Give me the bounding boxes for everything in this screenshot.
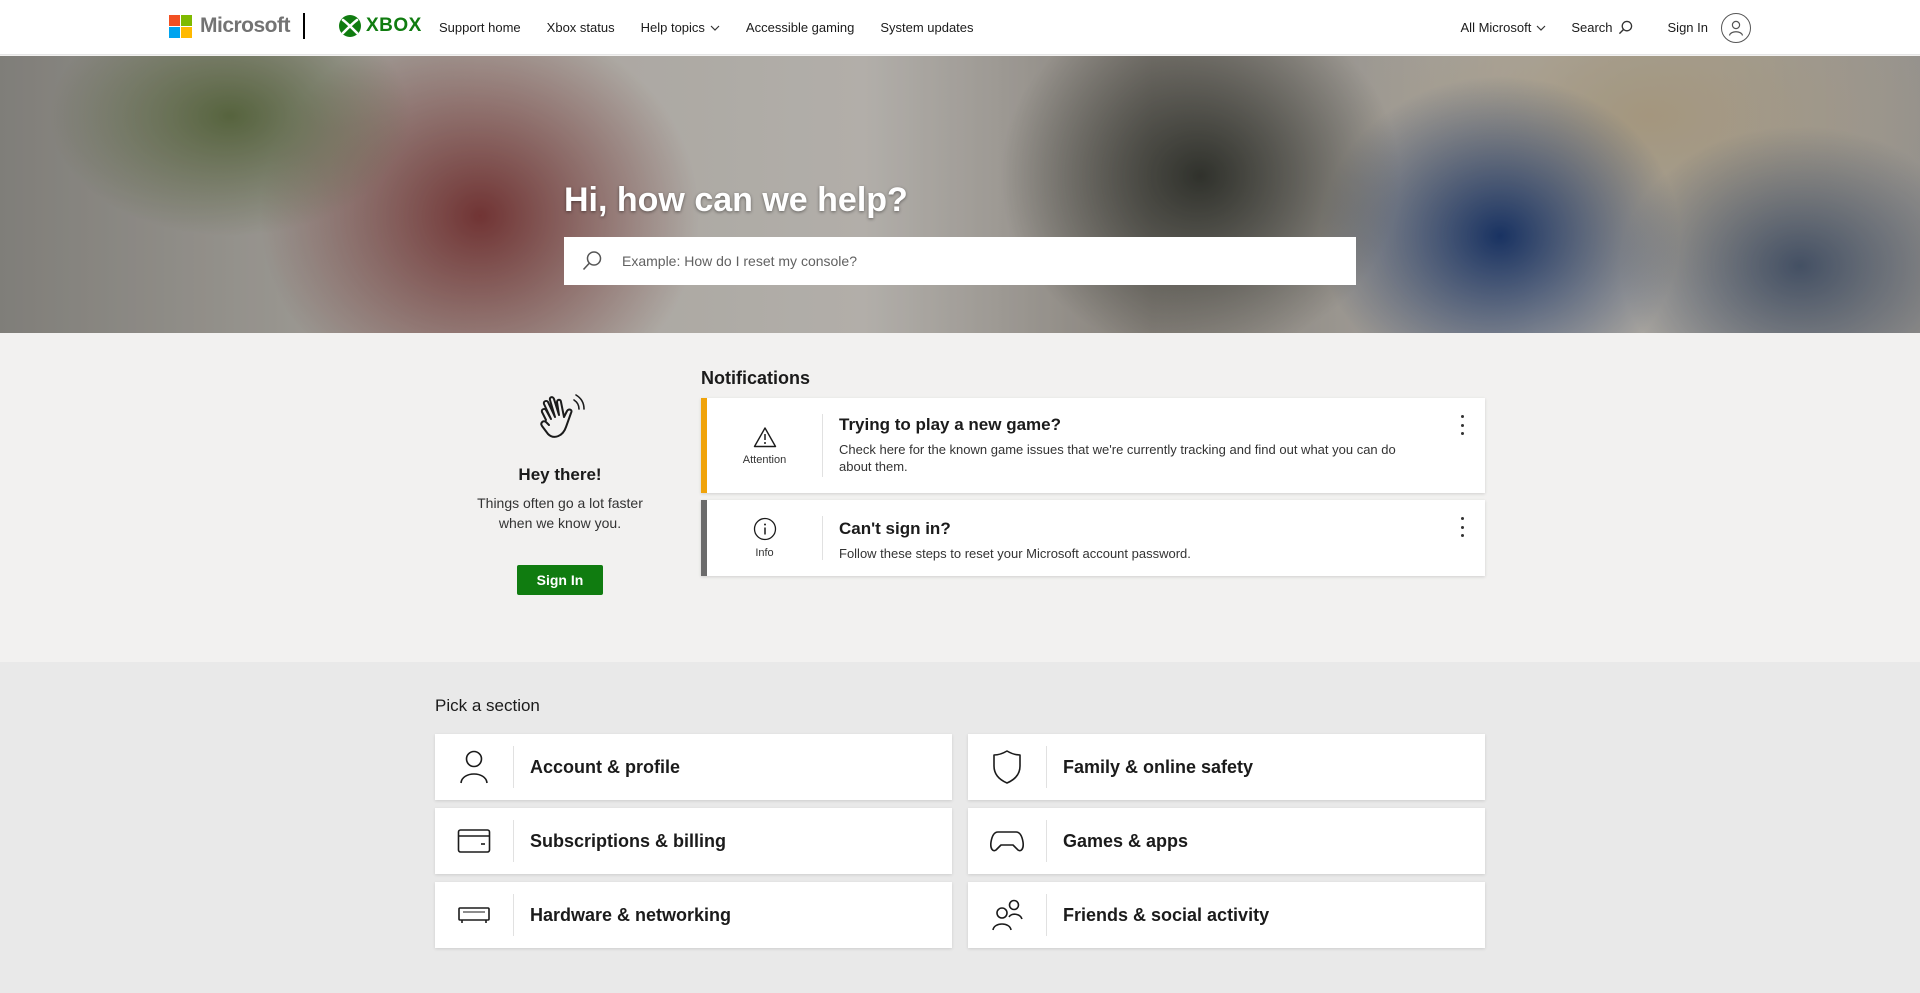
notification-kind-label: Attention [742,453,787,466]
welcome-heading: Hey there! [518,465,602,484]
hero-title: Hi, how can we help? [564,181,908,219]
nav-label: System updates [880,20,974,35]
xbox-sphere-icon [339,15,361,37]
chevron-down-icon [710,25,720,31]
nav-xbox-status[interactable]: Xbox status [547,20,615,35]
logo-divider [303,13,305,39]
notification-kind: Attention [707,414,823,477]
search-label: Search [1571,20,1613,35]
section-label: Subscriptions & billing [530,830,727,851]
warning-icon [753,426,776,447]
section-label: Hardware & networking [530,904,732,925]
nav-label: Accessible gaming [745,20,855,35]
main-nav: Support home Xbox status Help topics Acc… [439,0,1000,55]
notification-card-info[interactable]: Info Can't sign in? Follow these steps t… [701,500,1485,576]
nav-accessible-gaming[interactable]: Accessible gaming [746,20,854,35]
people-icon [968,894,1047,936]
xbox-wordmark: XBOX [366,15,422,36]
microsoft-logo[interactable]: Microsoft [169,14,291,38]
section-friends-social[interactable]: Friends & social activity [968,882,1485,948]
wave-hand-icon [540,394,585,438]
nav-system-updates[interactable]: System updates [880,20,973,35]
nav-label: Xbox status [546,20,615,35]
microsoft-squares-icon [169,14,192,38]
section-hardware-networking[interactable]: Hardware & networking [435,882,952,948]
person-icon [435,746,514,788]
microsoft-wordmark: Microsoft [200,14,291,37]
chevron-down-icon [1536,25,1546,31]
all-microsoft-menu[interactable]: All Microsoft [1461,20,1547,35]
hero-search-box[interactable] [564,237,1356,285]
section-account-profile[interactable]: Account & profile [435,734,952,800]
more-options-icon[interactable] [1459,517,1465,537]
section-label: Family & online safety [1063,756,1254,777]
header-actions: All Microsoft Search Sign In [1436,0,1751,55]
header-sign-in[interactable]: Sign In [1667,12,1751,43]
controller-icon [968,820,1047,862]
nav-help-topics[interactable]: Help topics [641,20,720,35]
pick-section-area [0,662,1920,993]
notification-kind: Info [707,516,823,560]
sign-in-label: Sign In [1667,20,1708,35]
help-search-input[interactable] [622,253,1322,269]
welcome-text: Things often go a lot faster when we kno… [477,495,643,531]
top-header: Microsoft XBOX Support home Xbox status … [0,0,1920,55]
section-label: Account & profile [530,756,681,777]
sign-in-button[interactable]: Sign In [516,565,604,595]
section-label: Friends & social activity [1063,904,1270,925]
pick-section-title: Pick a section [435,696,540,715]
section-subscriptions-billing[interactable]: Subscriptions & billing [435,808,952,874]
section-games-apps[interactable]: Games & apps [968,808,1485,874]
console-icon [435,894,514,936]
shield-icon [968,746,1047,788]
avatar-icon [1721,12,1751,43]
all-microsoft-label: All Microsoft [1460,20,1532,35]
notification-title: Can't sign in? [839,519,951,538]
card-icon [435,820,514,862]
notification-kind-label: Info [755,547,774,559]
xbox-logo[interactable]: XBOX [338,14,422,38]
notifications-title: Notifications [701,368,811,388]
notification-card-attention[interactable]: Attention Trying to play a new game? Che… [701,398,1485,493]
header-search-button[interactable]: Search [1571,20,1632,35]
notification-text: Follow these steps to reset your Microso… [839,546,1191,561]
hero-image [0,56,1920,333]
more-options-icon[interactable] [1459,415,1465,435]
notification-text: Check here for the known game issues tha… [839,442,1396,474]
section-family-safety[interactable]: Family & online safety [968,734,1485,800]
welcome-panel: Hey there! Things often go a lot faster … [460,390,660,595]
section-label: Games & apps [1063,830,1189,851]
info-icon [753,517,776,541]
nav-support-home[interactable]: Support home [439,20,521,35]
nav-label: Support home [439,20,521,35]
hero-banner: Hi, how can we help? [0,56,1920,333]
search-icon [582,251,602,271]
search-icon [1618,20,1632,35]
nav-label: Help topics [640,20,705,35]
notification-title: Trying to play a new game? [839,415,1061,434]
